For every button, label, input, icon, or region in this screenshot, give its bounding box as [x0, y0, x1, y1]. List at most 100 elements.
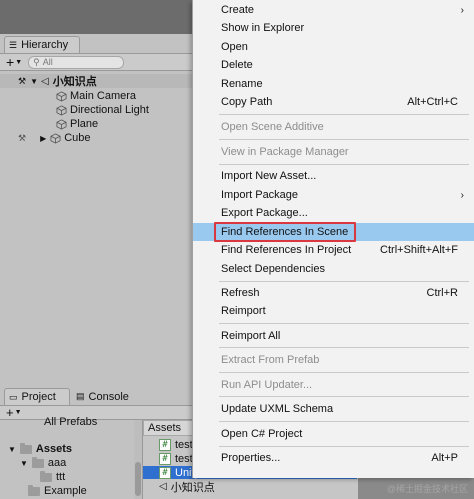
tree-item[interactable]: All Prefabs	[30, 416, 97, 427]
search-icon: ⚲	[33, 56, 40, 67]
tab-project[interactable]: ▭ Project	[4, 388, 70, 405]
unity-scene-icon: ◁	[159, 481, 167, 492]
menu-item-refresh[interactable]: Refresh Ctrl+R	[193, 284, 474, 302]
menu-item-show-in-explorer[interactable]: Show in Explorer	[193, 19, 474, 37]
chevron-right-icon[interactable]: ▶	[40, 134, 46, 143]
tree-item-aaa[interactable]: ▼ aaa	[20, 456, 66, 470]
menu-item-open[interactable]: Open	[193, 38, 474, 56]
menu-item-rename[interactable]: Rename	[193, 75, 474, 93]
menu-item-find-references-in-project[interactable]: Find References In Project Ctrl+Shift+Alt…	[193, 241, 474, 259]
menu-item-label: Import Package	[221, 189, 299, 201]
chevron-down-icon[interactable]: ▼	[15, 59, 22, 66]
tree-item-label: aaa	[47, 457, 67, 469]
hierarchy-item[interactable]: Directional Light	[56, 103, 149, 117]
hierarchy-item-label: Plane	[70, 118, 99, 130]
menu-item-label: Copy Path	[221, 96, 273, 108]
search-placeholder: All	[42, 57, 53, 67]
menu-separator	[219, 323, 469, 324]
chevron-down-icon[interactable]: ▼	[8, 445, 16, 454]
menu-item-select-dependencies[interactable]: Select Dependencies	[193, 260, 474, 278]
folder-icon	[40, 470, 52, 482]
scene-row[interactable]: ⚒ ▼ ◁ 小知识点	[0, 74, 200, 88]
menu-separator	[219, 139, 469, 140]
menu-item-copy-path[interactable]: Copy Path Alt+Ctrl+C	[193, 93, 474, 111]
tree-item-label: All Prefabs	[44, 416, 98, 427]
menu-item-label: Refresh	[221, 287, 260, 299]
gameobject-icon	[56, 104, 67, 116]
menu-separator	[219, 347, 469, 348]
menu-item-label: Extract From Prefab	[221, 354, 320, 366]
watermark: @稀土掘金技术社区	[386, 484, 468, 494]
submenu-arrow-icon: ›	[460, 189, 464, 201]
chevron-down-icon[interactable]: ▼	[20, 459, 28, 468]
menu-item-label: Export Package...	[221, 207, 308, 219]
asset-item[interactable]: # test	[159, 452, 193, 465]
menu-item-label: Update UXML Schema	[221, 403, 334, 415]
hierarchy-tab[interactable]: ☰ Hierarchy	[4, 36, 80, 53]
menu-item-create[interactable]: Create ›	[193, 1, 474, 19]
menu-item-label: View in Package Manager	[221, 146, 349, 158]
asset-item[interactable]: # test	[159, 438, 193, 451]
menu-item-label: Select Dependencies	[221, 263, 325, 275]
gameobject-icon	[56, 90, 67, 102]
add-icon[interactable]: +	[6, 405, 14, 420]
tab-console-label: Console	[88, 390, 129, 403]
menu-item-shortcut: Alt+P	[431, 452, 458, 464]
gameobject-icon	[50, 132, 61, 144]
menu-item-label: Open Scene Additive	[221, 121, 324, 133]
menu-item-import-new-asset[interactable]: Import New Asset...	[193, 167, 474, 185]
menu-item-label: Create	[221, 4, 255, 16]
hierarchy-item[interactable]: Main Camera	[56, 89, 136, 103]
asset-item-label: test	[175, 452, 193, 465]
scrollbar-thumb[interactable]	[135, 462, 141, 496]
csharp-script-icon: #	[159, 438, 171, 451]
unity-scene-icon: ◁	[41, 75, 49, 87]
menu-item-label: Show in Explorer	[221, 22, 305, 34]
tree-item-example[interactable]: Example	[28, 484, 87, 498]
menu-item-open-csharp-project[interactable]: Open C# Project	[193, 425, 474, 443]
menu-item-reimport-all[interactable]: Reimport All	[193, 327, 474, 345]
add-icon[interactable]: +	[6, 55, 14, 69]
hierarchy-window: ☰ Hierarchy + ▼ ⚲ All ⚒ ▼ ◁ 小知识点 Main Ca…	[0, 34, 200, 386]
tree-item-ttt[interactable]: ttt	[40, 470, 65, 484]
chevron-down-icon[interactable]: ▼	[15, 409, 22, 416]
menu-separator	[219, 372, 469, 373]
menu-separator	[219, 446, 469, 447]
hierarchy-item-label: Directional Light	[70, 104, 149, 116]
tab-console[interactable]: ▤ Console	[72, 388, 142, 405]
menu-item-view-in-package-manager: View in Package Manager	[193, 143, 474, 161]
highlight-annotation-box	[214, 222, 356, 242]
tree-item-assets[interactable]: ▼ Assets	[8, 442, 72, 456]
menu-item-label: Open	[221, 41, 248, 53]
breadcrumb[interactable]: Assets	[143, 420, 195, 436]
hidden-icon[interactable]: ⚒	[18, 133, 26, 144]
folder-icon	[28, 484, 40, 496]
project-scrollbar[interactable]	[134, 420, 142, 499]
folder-icon: ▭	[9, 391, 18, 402]
menu-item-label: Find References In Project	[221, 244, 352, 256]
console-icon: ▤	[76, 391, 85, 401]
visibility-icon[interactable]: ⚒	[18, 76, 26, 87]
menu-item-import-package[interactable]: Import Package ›	[193, 186, 474, 204]
menu-item-label: Delete	[221, 59, 253, 71]
menu-item-shortcut: Ctrl+R	[426, 287, 458, 299]
menu-item-export-package[interactable]: Export Package...	[193, 204, 474, 222]
menu-item-delete[interactable]: Delete	[193, 56, 474, 74]
menu-item-label: Properties...	[221, 452, 281, 464]
menu-item-properties[interactable]: Properties... Alt+P	[193, 449, 474, 467]
menu-item-reimport[interactable]: Reimport	[193, 302, 474, 320]
search-input[interactable]: ⚲ All	[28, 55, 125, 69]
asset-item[interactable]: ◁ 小知识点	[159, 480, 215, 494]
hierarchy-item-label: Main Camera	[70, 90, 137, 102]
hierarchy-item-label: Cube	[64, 132, 91, 144]
menu-item-shortcut: Ctrl+Shift+Alt+F	[380, 244, 458, 256]
menu-item-open-scene-additive: Open Scene Additive	[193, 118, 474, 136]
hierarchy-item[interactable]: Plane	[56, 117, 98, 131]
menu-item-label: Reimport All	[221, 330, 281, 342]
menu-item-label: Reimport	[221, 305, 266, 317]
chevron-down-icon[interactable]: ▼	[30, 77, 38, 86]
menu-item-update-uxml-schema[interactable]: Update UXML Schema	[193, 400, 474, 418]
hierarchy-item[interactable]: ⚒ ▶ Cube	[18, 131, 91, 145]
menu-separator	[219, 164, 469, 165]
tree-item-label: Assets	[35, 443, 72, 455]
